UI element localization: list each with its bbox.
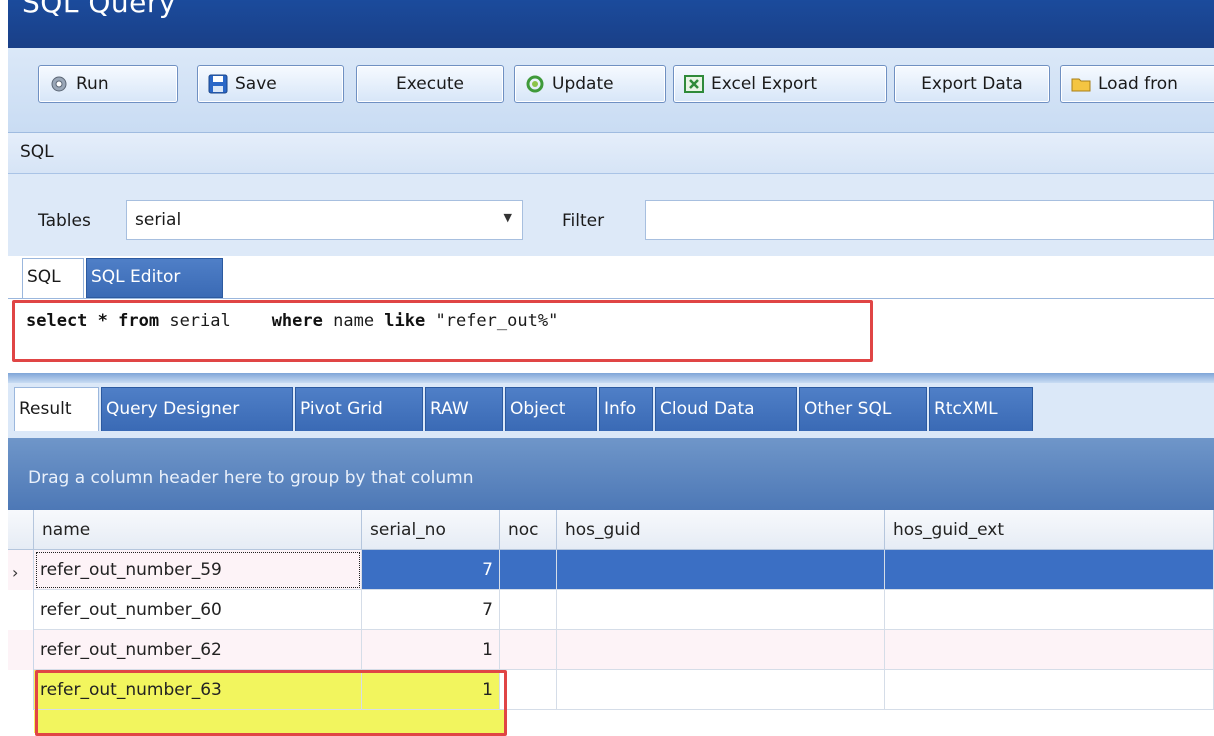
row-indicator-header (8, 510, 34, 550)
export-data-label: Export Data (921, 74, 1023, 94)
excel-icon (684, 75, 704, 93)
tab-sql[interactable]: SQL (22, 258, 84, 298)
floppy-icon (208, 74, 228, 94)
splitter[interactable] (8, 373, 1214, 383)
tab-cloud-data[interactable]: Cloud Data (655, 387, 797, 431)
sql-highlight-box (12, 300, 873, 362)
table-cell-hos-guid[interactable] (557, 630, 885, 670)
save-label: Save (235, 74, 277, 94)
table-cell-noc[interactable] (500, 590, 557, 630)
excel-export-button[interactable]: Excel Export (673, 65, 887, 103)
table-cell-hos-guid[interactable] (557, 670, 885, 710)
tab-object[interactable]: Object (505, 387, 597, 431)
excel-export-label: Excel Export (711, 74, 818, 94)
run-button[interactable]: Run (38, 65, 178, 103)
tables-label: Tables (38, 211, 91, 231)
refresh-icon (526, 75, 544, 93)
row-indicator[interactable] (8, 590, 34, 630)
sql-group-label: SQL (20, 142, 54, 162)
gear-icon (51, 76, 67, 92)
table-cell-serial-no[interactable]: 1 (362, 630, 500, 670)
save-button[interactable]: Save (197, 65, 344, 103)
group-by-panel[interactable]: Drag a column header here to group by th… (8, 438, 1214, 510)
load-from-label: Load fron (1098, 74, 1178, 94)
tab-query-designer[interactable]: Query Designer (101, 387, 293, 431)
table-cell-noc[interactable] (500, 670, 557, 710)
table-cell-hos-guid-ext[interactable] (885, 670, 1214, 710)
tab-other-sql[interactable]: Other SQL (799, 387, 927, 431)
table-cell-name[interactable]: refer_out_number_62 (34, 630, 362, 670)
sql-group-header: SQL (8, 133, 1214, 174)
tables-dropdown-value: serial (135, 210, 182, 230)
tab-rtcxml[interactable]: RtcXML (929, 387, 1033, 431)
table-cell-name[interactable]: refer_out_number_59 (34, 550, 362, 590)
update-button[interactable]: Update (514, 65, 666, 103)
load-from-button[interactable]: Load fron (1060, 65, 1214, 103)
column-header-hos-guid[interactable]: hos_guid (557, 510, 885, 550)
tab-result[interactable]: Result (14, 387, 99, 431)
execute-label: Execute (396, 74, 464, 94)
tab-sql-editor[interactable]: SQL Editor (86, 258, 223, 298)
table-cell-serial-no[interactable]: 7 (362, 590, 500, 630)
folder-icon (1071, 78, 1091, 92)
tab-info[interactable]: Info (599, 387, 653, 431)
window-title: SQL Query (22, 0, 176, 19)
column-header-noc[interactable]: noc (500, 510, 557, 550)
toolbar: Run Save Execute Update Excel Export Exp… (8, 48, 1214, 133)
run-label: Run (76, 74, 109, 94)
table-cell-name[interactable]: refer_out_number_60 (34, 590, 362, 630)
tables-dropdown[interactable]: serial ▼ (126, 200, 523, 240)
filter-label: Filter (562, 211, 605, 231)
table-cell-hos-guid-ext[interactable] (885, 550, 1214, 590)
group-by-hint: Drag a column header here to group by th… (28, 468, 474, 488)
table-cell-hos-guid[interactable] (557, 590, 885, 630)
update-label: Update (552, 74, 614, 94)
table-cell-noc[interactable] (500, 550, 557, 590)
export-data-button[interactable]: Export Data (894, 65, 1050, 103)
execute-button[interactable]: Execute (356, 65, 504, 103)
row-highlight-box (35, 670, 507, 736)
chevron-down-icon[interactable]: ▼ (504, 211, 512, 224)
title-bar: SQL Query (8, 0, 1214, 48)
table-cell-noc[interactable] (500, 630, 557, 670)
table-cell-hos-guid-ext[interactable] (885, 590, 1214, 630)
row-indicator[interactable] (8, 630, 34, 670)
table-cell-hos-guid[interactable] (557, 550, 885, 590)
table-cell-hos-guid-ext[interactable] (885, 630, 1214, 670)
column-header-name[interactable]: name (34, 510, 362, 550)
column-header-serial-no[interactable]: serial_no (362, 510, 500, 550)
row-indicator[interactable] (8, 670, 34, 710)
table-cell-serial-no[interactable]: 7 (362, 550, 500, 590)
filter-input[interactable] (645, 200, 1214, 240)
tab-pivot-grid[interactable]: Pivot Grid (295, 387, 423, 431)
tab-raw[interactable]: RAW (425, 387, 503, 431)
column-header-hos-guid-ext[interactable]: hos_guid_ext (885, 510, 1214, 550)
current-row-arrow-icon: › (12, 563, 19, 582)
